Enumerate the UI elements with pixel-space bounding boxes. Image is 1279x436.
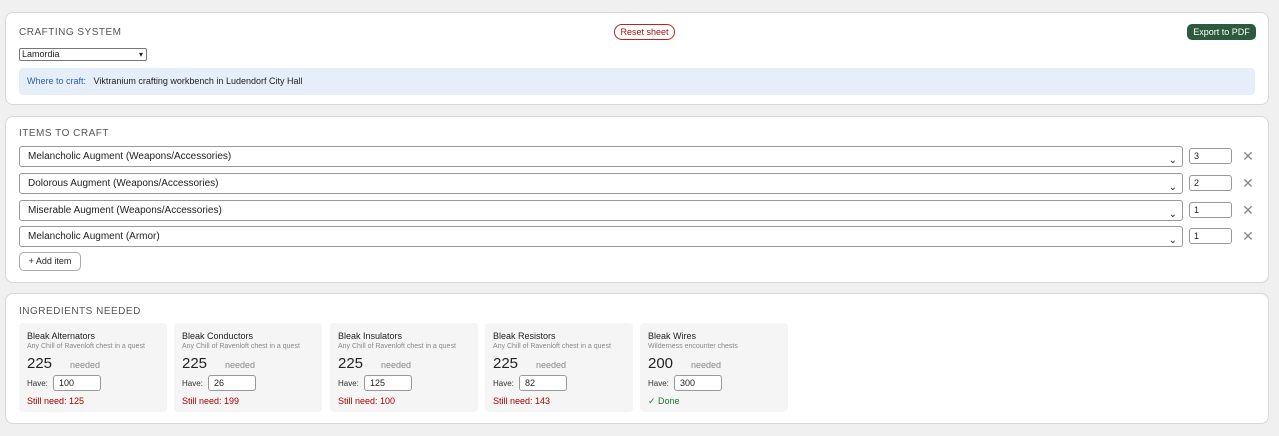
close-icon[interactable]: ✕: [1241, 201, 1255, 219]
ingredient-card: Bleak Alternators Any Chill of Ravenloft…: [19, 323, 167, 412]
item-row: Dolorous Augment (Weapons/Accessories) ⌄…: [19, 173, 1259, 194]
ingredient-card: Bleak Insulators Any Chill of Ravenloft …: [330, 323, 478, 412]
still-need-status: Still need: 199: [182, 396, 240, 406]
chevron-down-icon: ⌄: [1168, 209, 1177, 220]
needed-label: needed: [225, 360, 256, 370]
chevron-down-icon: ⌄: [1168, 182, 1177, 193]
item-select-value: Melancholic Augment (Weapons/Accessories…: [28, 151, 232, 162]
item-row: Miserable Augment (Weapons/Accessories) …: [19, 200, 1259, 221]
items-to-craft-panel: ITEMS TO CRAFT Melancholic Augment (Weap…: [5, 116, 1269, 283]
ingredient-name: Bleak Insulators: [338, 331, 403, 341]
crafting-system-select-value: Lamordia: [22, 49, 60, 59]
add-item-button[interactable]: + Add item: [19, 252, 81, 271]
have-label: Have:: [493, 379, 514, 388]
ingredients-needed-title: INGREDIENTS NEEDED: [19, 306, 141, 317]
chevron-down-icon: ⌄: [1168, 235, 1177, 246]
where-to-craft-value: Viktranium crafting workbench in Ludendo…: [93, 76, 303, 86]
ingredient-needed-count: 225: [27, 355, 53, 372]
still-need-status: Still need: 143: [493, 396, 551, 406]
crafting-system-panel: CRAFTING SYSTEM Reset sheet Export to PD…: [5, 12, 1269, 105]
export-pdf-button[interactable]: Export to PDF: [1187, 24, 1256, 40]
have-label: Have:: [182, 379, 203, 388]
item-select-value: Melancholic Augment (Armor): [28, 231, 160, 242]
close-icon[interactable]: ✕: [1241, 227, 1255, 245]
close-icon[interactable]: ✕: [1241, 147, 1255, 165]
still-need-status: Still need: 100: [338, 396, 396, 406]
item-select[interactable]: Melancholic Augment (Weapons/Accessories…: [19, 146, 1183, 167]
item-select[interactable]: Melancholic Augment (Armor) ⌄: [19, 226, 1183, 247]
done-status: ✓ Done: [648, 396, 680, 406]
where-to-craft-label: Where to craft:: [27, 76, 87, 86]
have-input[interactable]: 100: [53, 375, 101, 391]
ingredient-card: Bleak Wires Wilderness encounter chests …: [640, 323, 788, 412]
needed-label: needed: [70, 360, 101, 370]
reset-sheet-button[interactable]: Reset sheet: [614, 24, 675, 40]
item-row: Melancholic Augment (Armor) ⌄ 1 ✕: [19, 226, 1259, 247]
have-input[interactable]: 82: [519, 375, 567, 391]
ingredient-source: Any Chill of Ravenloft chest in a quest: [182, 343, 300, 350]
chevron-down-icon: ⌄: [1168, 155, 1177, 166]
where-to-craft-info: Where to craft: Viktranium crafting work…: [19, 68, 1255, 95]
ingredient-needed-count: 225: [182, 355, 208, 372]
have-label: Have:: [338, 379, 359, 388]
item-select-value: Miserable Augment (Weapons/Accessories): [28, 205, 222, 216]
ingredient-source: Wilderness encounter chests: [648, 343, 738, 350]
items-to-craft-title: ITEMS TO CRAFT: [19, 128, 109, 139]
ingredient-source: Any Chill of Ravenloft chest in a quest: [493, 343, 611, 350]
ingredient-name: Bleak Resistors: [493, 331, 556, 341]
ingredient-name: Bleak Conductors: [182, 331, 254, 341]
have-input[interactable]: 125: [364, 375, 412, 391]
item-quantity-input[interactable]: 2: [1189, 175, 1232, 191]
item-select-value: Dolorous Augment (Weapons/Accessories): [28, 178, 219, 189]
ingredient-needed-count: 200: [648, 355, 674, 372]
ingredients-needed-panel: INGREDIENTS NEEDED Bleak Alternators Any…: [5, 293, 1269, 424]
have-label: Have:: [648, 379, 669, 388]
close-icon[interactable]: ✕: [1241, 174, 1255, 192]
chevron-down-icon: ▾: [138, 50, 143, 59]
ingredient-source: Any Chill of Ravenloft chest in a quest: [27, 343, 145, 350]
ingredient-card: Bleak Conductors Any Chill of Ravenloft …: [174, 323, 322, 412]
have-label: Have:: [27, 379, 48, 388]
item-row: Melancholic Augment (Weapons/Accessories…: [19, 146, 1259, 167]
ingredient-needed-count: 225: [493, 355, 519, 372]
item-select[interactable]: Miserable Augment (Weapons/Accessories) …: [19, 200, 1183, 221]
ingredient-source: Any Chill of Ravenloft chest in a quest: [338, 343, 456, 350]
needed-label: needed: [536, 360, 567, 370]
needed-label: needed: [691, 360, 722, 370]
crafting-system-title: CRAFTING SYSTEM: [19, 27, 122, 38]
item-select[interactable]: Dolorous Augment (Weapons/Accessories) ⌄: [19, 173, 1183, 194]
needed-label: needed: [381, 360, 412, 370]
item-quantity-input[interactable]: 1: [1189, 228, 1232, 244]
ingredient-name: Bleak Alternators: [27, 331, 96, 341]
item-quantity-input[interactable]: 3: [1189, 148, 1232, 164]
ingredient-needed-count: 225: [338, 355, 364, 372]
ingredient-name: Bleak Wires: [648, 331, 697, 341]
crafting-system-select[interactable]: Lamordia ▾: [19, 48, 147, 61]
have-input[interactable]: 26: [208, 375, 256, 391]
have-input[interactable]: 300: [674, 375, 722, 391]
still-need-status: Still need: 125: [27, 396, 85, 406]
ingredient-card: Bleak Resistors Any Chill of Ravenloft c…: [485, 323, 633, 412]
item-quantity-input[interactable]: 1: [1189, 202, 1232, 218]
